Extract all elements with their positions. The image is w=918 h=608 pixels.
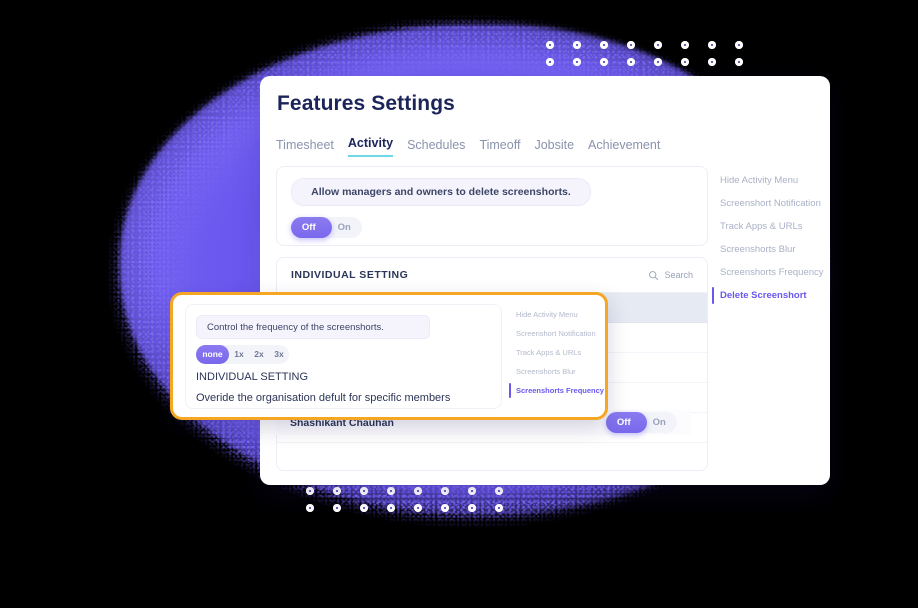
toggle-off-option[interactable]: Off xyxy=(606,412,642,433)
dot xyxy=(573,41,581,49)
callout-section-title: INDIVIDUAL SETTING xyxy=(196,371,309,383)
toggle-on-option[interactable]: On xyxy=(642,412,678,433)
dot xyxy=(708,58,716,66)
dot xyxy=(654,41,662,49)
tab-jobsite[interactable]: Jobsite xyxy=(534,138,574,157)
dot xyxy=(627,41,635,49)
dot xyxy=(546,41,554,49)
tab-timesheet[interactable]: Timesheet xyxy=(276,138,334,157)
dot xyxy=(387,504,395,512)
dot xyxy=(360,487,368,495)
frequency-option-2x[interactable]: 2x xyxy=(249,345,269,364)
delete-screenshot-description: Allow managers and owners to delete scre… xyxy=(291,178,591,206)
dot xyxy=(333,504,341,512)
dot xyxy=(495,487,503,495)
callout-menu-item-screenshorts-frequency[interactable]: Screenshorts Frequency xyxy=(509,381,604,400)
side-menu-item-screenshorts-frequency[interactable]: Screenshorts Frequency xyxy=(712,261,824,284)
dot xyxy=(654,58,662,66)
dot xyxy=(600,41,608,49)
callout-panel: Control the frequency of the screenshort… xyxy=(185,304,502,409)
dot xyxy=(735,58,743,66)
side-menu-item-track-apps-urls[interactable]: Track Apps & URLs xyxy=(712,215,822,238)
toggle-on-option[interactable]: On xyxy=(327,217,363,238)
callout-menu-item-track-apps-urls[interactable]: Track Apps & URLs xyxy=(509,343,601,362)
search-icon xyxy=(649,270,659,280)
tab-activity[interactable]: Activity xyxy=(347,136,394,157)
callout-side-menu: Hide Activity Menu Screenshort Notificat… xyxy=(509,305,604,400)
callout-menu-item-screenshorts-blur[interactable]: Screenshorts Blur xyxy=(509,362,601,381)
decorative-dots-bottom xyxy=(306,487,503,512)
side-menu-item-delete-screenshort[interactable]: Delete Screenshort xyxy=(712,284,822,307)
tab-schedules[interactable]: Schedules xyxy=(407,138,465,157)
search-input[interactable]: Search xyxy=(648,270,693,281)
dot xyxy=(441,487,449,495)
dot xyxy=(573,58,581,66)
frequency-option-1x[interactable]: 1x xyxy=(229,345,249,364)
dot xyxy=(708,41,716,49)
dot xyxy=(306,504,314,512)
dot xyxy=(387,487,395,495)
dot xyxy=(627,58,635,66)
dot xyxy=(414,487,422,495)
tab-achievement[interactable]: Achievement xyxy=(588,138,660,157)
dot xyxy=(735,41,743,49)
dot xyxy=(681,41,689,49)
side-menu-item-screenshort-notification[interactable]: Screenshort Notification xyxy=(712,192,822,215)
member-toggle[interactable]: Off On xyxy=(606,412,677,433)
dot xyxy=(441,504,449,512)
toggle-off-option[interactable]: Off xyxy=(291,217,327,238)
individual-setting-header: INDIVIDUAL SETTING Search xyxy=(277,258,707,293)
tab-timeoff[interactable]: Timeoff xyxy=(479,138,520,157)
tab-bar: Timesheet Activity Schedules Timeoff Job… xyxy=(276,136,660,157)
settings-side-menu: Hide Activity Menu Screenshort Notificat… xyxy=(712,169,824,307)
page-title: Features Settings xyxy=(277,92,455,115)
dot xyxy=(468,504,476,512)
dot xyxy=(546,58,554,66)
callout-menu-item-screenshort-notification[interactable]: Screenshort Notification xyxy=(509,324,601,343)
side-menu-item-hide-activity-menu[interactable]: Hide Activity Menu xyxy=(712,169,822,192)
callout-section-subtitle: Overide the organisation defult for spec… xyxy=(196,392,451,404)
dot xyxy=(495,504,503,512)
frequency-selector[interactable]: none 1x 2x 3x xyxy=(196,345,289,364)
individual-setting-title: INDIVIDUAL SETTING xyxy=(291,269,409,281)
frequency-option-none[interactable]: none xyxy=(196,345,229,364)
dot xyxy=(360,504,368,512)
callout-menu-item-hide-activity-menu[interactable]: Hide Activity Menu xyxy=(509,305,601,324)
side-menu-item-screenshorts-blur[interactable]: Screenshorts Blur xyxy=(712,238,822,261)
dot xyxy=(681,58,689,66)
frequency-option-3x[interactable]: 3x xyxy=(269,345,289,364)
delete-screenshot-panel: Allow managers and owners to delete scre… xyxy=(276,166,708,246)
dot xyxy=(414,504,422,512)
decorative-dots-top xyxy=(546,41,743,66)
dot xyxy=(333,487,341,495)
dot xyxy=(600,58,608,66)
highlight-callout: Control the frequency of the screenshort… xyxy=(170,292,608,420)
dot xyxy=(306,487,314,495)
dot xyxy=(468,487,476,495)
callout-description: Control the frequency of the screenshort… xyxy=(196,315,430,339)
delete-screenshot-toggle[interactable]: Off On xyxy=(291,217,362,238)
search-placeholder-label: Search xyxy=(664,270,693,280)
